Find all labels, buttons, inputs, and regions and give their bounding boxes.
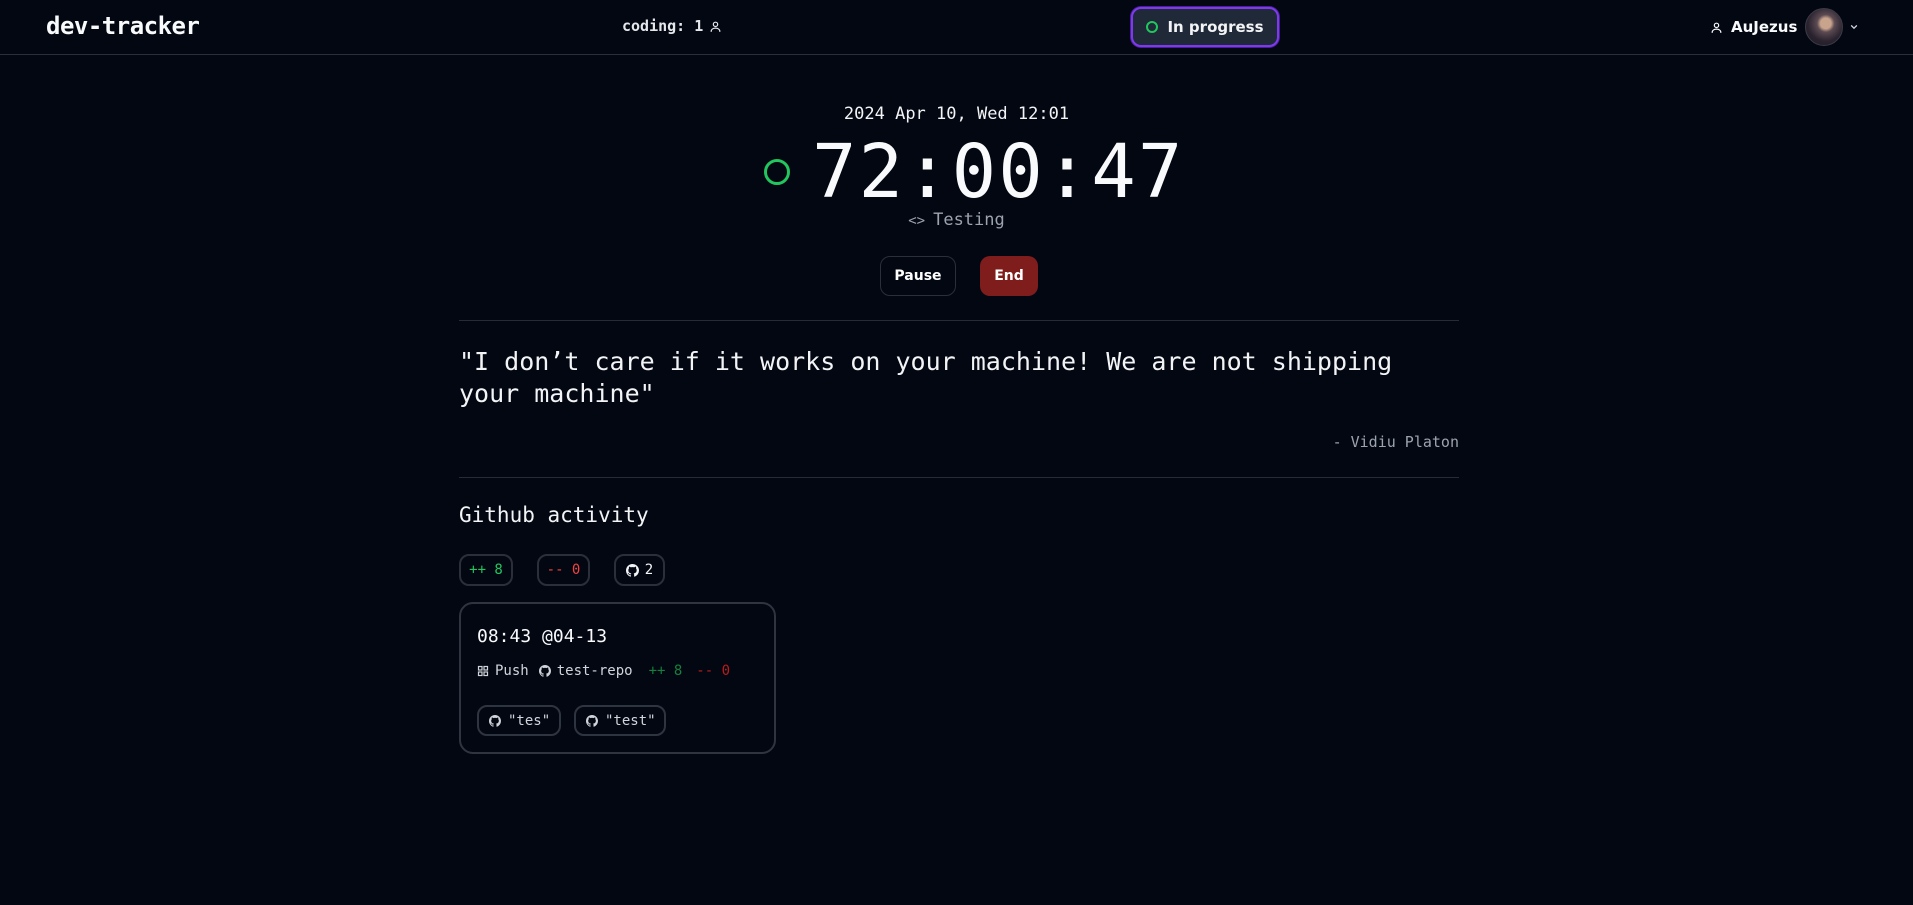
github-activity-title: Github activity bbox=[459, 503, 649, 527]
commit-message: "tes" bbox=[508, 712, 551, 729]
event-additions: ++ 8 bbox=[648, 663, 683, 679]
circle-icon bbox=[764, 159, 790, 185]
current-task: <> Testing bbox=[0, 210, 1913, 230]
pause-button[interactable]: Pause bbox=[880, 256, 956, 296]
commit-badge[interactable]: "test" bbox=[574, 705, 666, 736]
avatar[interactable] bbox=[1805, 8, 1844, 46]
event-deletions: -- 0 bbox=[696, 663, 731, 679]
github-icon bbox=[625, 563, 639, 577]
github-icon bbox=[489, 714, 501, 727]
commits-count: 2 bbox=[644, 562, 654, 578]
top-navbar: dev-tracker coding: 1 In progress AuJezu… bbox=[0, 0, 1913, 55]
app-logo[interactable]: dev-tracker bbox=[46, 12, 200, 40]
divider bbox=[459, 320, 1459, 321]
code-icon: <> bbox=[908, 213, 926, 229]
timer-display: 72:00:47 bbox=[764, 130, 1184, 214]
activity-time: 08:43 @04-13 bbox=[477, 626, 608, 647]
task-name: Testing bbox=[933, 210, 1005, 230]
user-menu[interactable]: AuJezus bbox=[1710, 8, 1859, 46]
github-icon bbox=[586, 714, 598, 727]
commit-message: "test" bbox=[605, 712, 656, 729]
chevron-down-icon[interactable] bbox=[1849, 22, 1859, 32]
coding-count[interactable]: coding: 1 bbox=[622, 17, 722, 35]
quote-author: - Vidiu Platon bbox=[1332, 433, 1459, 451]
event-repo[interactable]: test-repo bbox=[538, 663, 633, 679]
divider bbox=[459, 477, 1459, 478]
elapsed-time: 72:00:47 bbox=[812, 129, 1185, 215]
additions-badge: ++ 8 bbox=[459, 554, 513, 586]
activity-card[interactable]: 08:43 @04-13 Push test-repo ++ 8 -- 0 "t… bbox=[459, 602, 776, 754]
repo-name: test-repo bbox=[556, 663, 633, 679]
event-type-label: Push bbox=[495, 663, 529, 679]
user-icon bbox=[1710, 21, 1723, 34]
commit-badge[interactable]: "tes" bbox=[477, 705, 561, 736]
commits-badge: 2 bbox=[614, 554, 665, 586]
github-icon bbox=[538, 665, 551, 677]
status-button[interactable]: In progress bbox=[1131, 7, 1279, 47]
status-label: In progress bbox=[1167, 18, 1264, 36]
activity-meta: Push test-repo ++ 8 -- 0 bbox=[477, 663, 730, 679]
event-type: Push bbox=[477, 663, 529, 679]
deletions-badge: -- 0 bbox=[537, 554, 590, 586]
end-button[interactable]: End bbox=[980, 256, 1038, 296]
coding-count-label: coding: 1 bbox=[622, 17, 704, 35]
quote-text: "I don’t care if it works on your machin… bbox=[459, 347, 1393, 408]
current-datetime: 2024 Apr 10, Wed 12:01 bbox=[843, 104, 1070, 124]
user-icon bbox=[709, 20, 722, 33]
grid-icon bbox=[477, 665, 489, 677]
username: AuJezus bbox=[1731, 18, 1798, 36]
circle-icon bbox=[1146, 21, 1159, 33]
